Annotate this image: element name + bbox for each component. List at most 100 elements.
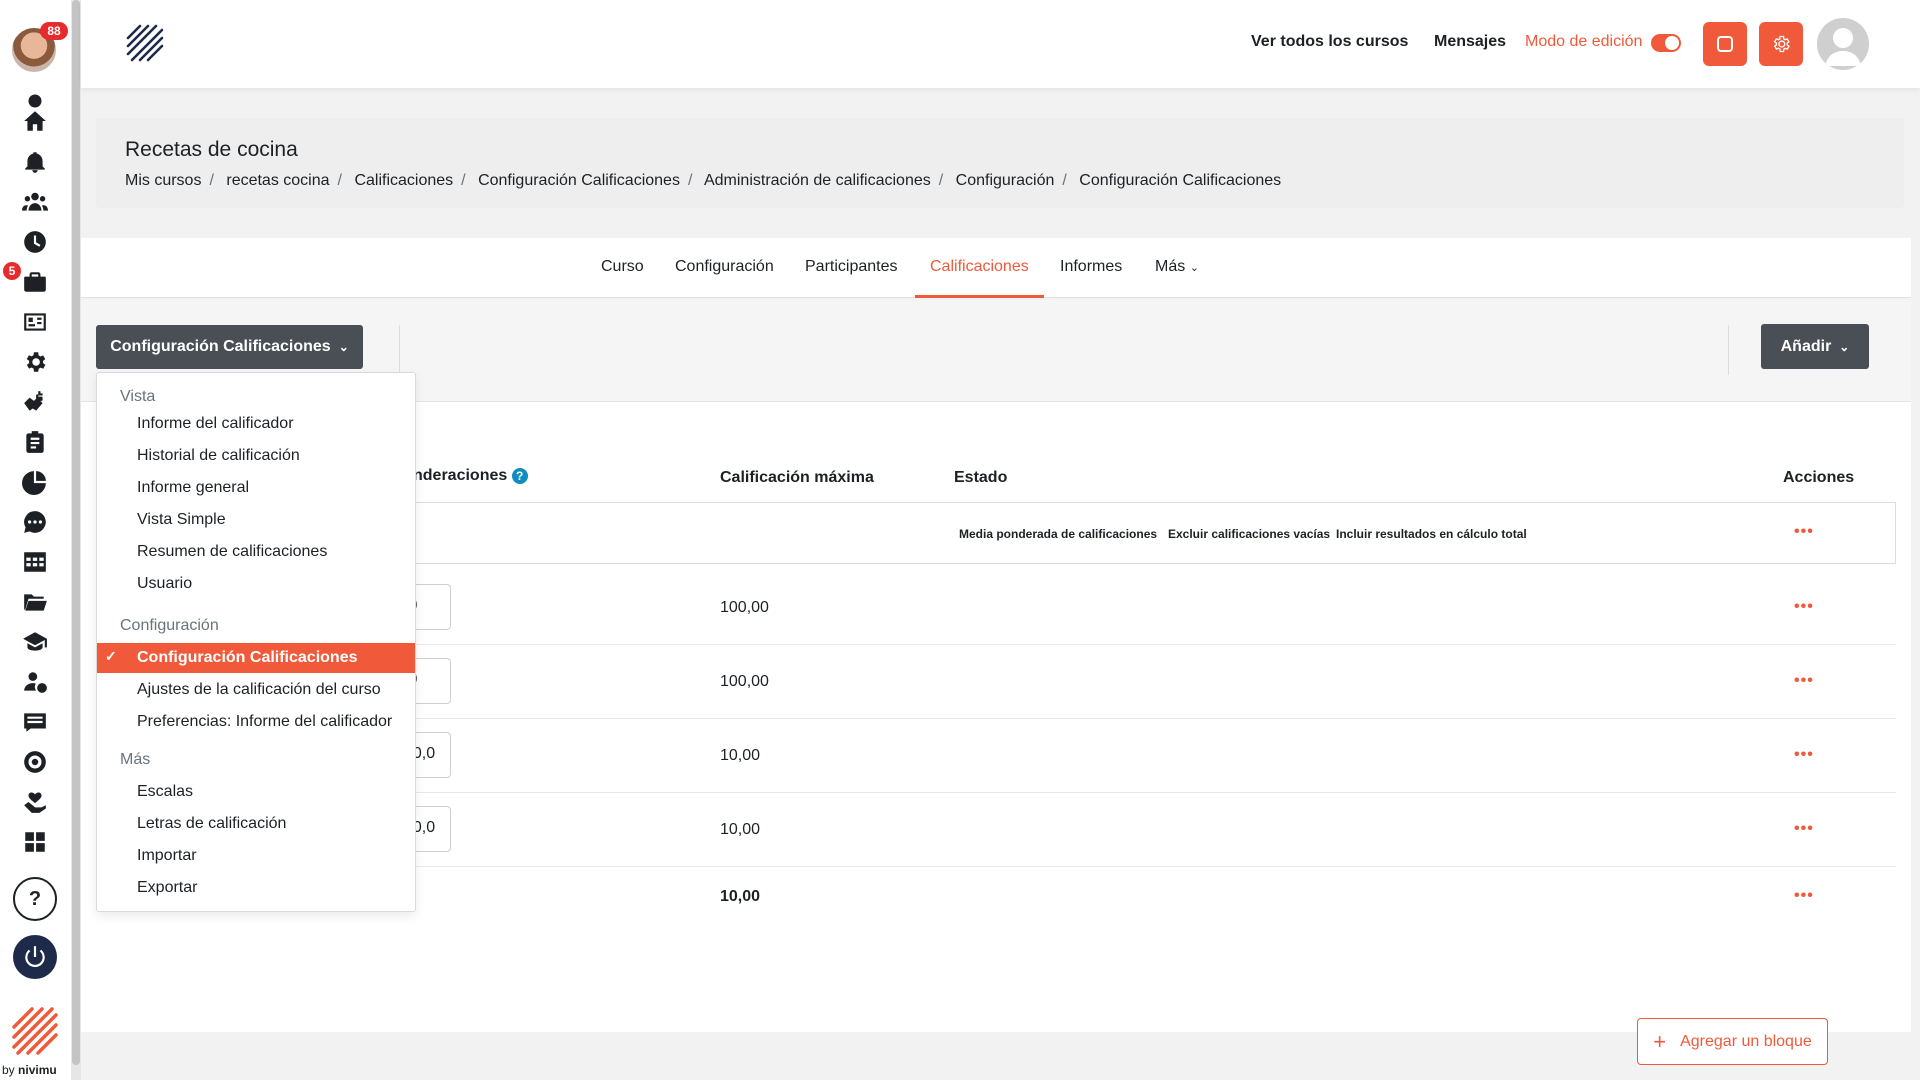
dropdown-item-selected[interactable]: ✓ Configuración Calificaciones <box>97 643 415 673</box>
grid-icon[interactable] <box>22 829 48 855</box>
dropdown-item[interactable]: Historial de calificación <box>97 441 415 471</box>
grade-nav-dropdown-menu: Vista Informe del calificador Historial … <box>96 372 416 912</box>
page-title: Recetas de cocina <box>125 138 298 161</box>
breadcrumb-separator: / <box>938 172 944 189</box>
bell-icon[interactable] <box>22 149 48 175</box>
edit-mode-label: Modo de edición <box>1525 33 1643 50</box>
column-header-actions: Acciones <box>1783 469 1855 486</box>
help-icon: ? <box>28 887 42 910</box>
dropdown-item[interactable]: Vista Simple <box>97 505 415 535</box>
add-block-button[interactable]: + Agregar un bloque <box>1637 1018 1828 1065</box>
tab-mas[interactable]: Más ⌄ <box>1155 258 1199 276</box>
user-money-icon[interactable] <box>22 669 48 695</box>
chat-icon[interactable] <box>22 509 48 535</box>
edit-mode-toggle[interactable] <box>1651 34 1681 52</box>
users-icon[interactable] <box>22 189 48 215</box>
target-icon[interactable] <box>22 749 48 775</box>
breadcrumb-item[interactable]: Mis cursos <box>125 172 201 189</box>
id-card-icon[interactable] <box>22 309 48 335</box>
dropdown-item[interactable]: Letras de calificación <box>97 809 415 839</box>
rail-scrollbar-thumb[interactable] <box>72 0 80 1065</box>
max-grade-value: 100,00 <box>720 673 769 690</box>
plus-icon: + <box>1653 1028 1667 1054</box>
column-header-status: Estado <box>954 469 1008 486</box>
dropdown-item[interactable]: Usuario <box>97 569 415 599</box>
graduation-cap-icon[interactable] <box>22 629 48 655</box>
breadcrumb-item[interactable]: Configuración Calificaciones <box>478 172 680 189</box>
briefcase-icon[interactable] <box>22 269 48 295</box>
add-button-label: Añadir <box>1780 337 1832 355</box>
user-silhouette-icon <box>1825 28 1861 66</box>
home-icon[interactable] <box>22 108 48 134</box>
tab-participantes[interactable]: Participantes <box>805 258 898 276</box>
dropdown-item[interactable]: Escalas <box>97 777 415 807</box>
tab-curso[interactable]: Curso <box>601 258 644 276</box>
breadcrumb-item[interactable]: Administración de calificaciones <box>704 172 931 189</box>
help-icon[interactable]: ? <box>511 468 528 484</box>
add-dropdown-button[interactable]: Añadir ⌄ <box>1761 324 1869 369</box>
add-block-label: Agregar un bloque <box>1680 1032 1812 1050</box>
course-secondary-nav: Curso Configuración Participantes Califi… <box>81 238 1911 298</box>
page-header: Recetas de cocina Mis cursos / recetas co… <box>96 118 1904 208</box>
total-actions-menu[interactable]: ••• <box>1794 887 1814 905</box>
folder-icon[interactable] <box>22 589 48 615</box>
breadcrumb-separator: / <box>1062 172 1067 189</box>
settings-button[interactable] <box>1759 22 1803 66</box>
grade-nav-selector[interactable]: Configuración Calificaciones ⌄ <box>96 325 363 369</box>
breadcrumb: Mis cursos / recetas cocina / Calificacion… <box>125 172 1281 190</box>
clock-icon[interactable] <box>22 229 48 255</box>
clipboard-icon[interactable] <box>22 429 48 455</box>
item-actions-menu[interactable]: ••• <box>1794 746 1814 764</box>
table-icon[interactable] <box>22 549 48 575</box>
heart-hands-icon[interactable] <box>22 789 48 815</box>
breadcrumb-separator: / <box>461 172 466 189</box>
category-actions-menu[interactable]: ••• <box>1794 523 1814 541</box>
logout-button[interactable] <box>13 935 57 979</box>
chat-drawer-button[interactable] <box>1703 22 1747 66</box>
breadcrumb-item[interactable]: Configuración Calificaciones <box>1079 172 1281 189</box>
user-menu-avatar[interactable] <box>1817 18 1869 70</box>
pie-chart-icon[interactable] <box>22 469 48 495</box>
grade-nav-selector-label: Configuración Calificaciones <box>110 338 331 355</box>
status-chip: Media ponderada de calificaciones <box>959 527 1158 541</box>
max-grade-value: 100,00 <box>720 599 769 616</box>
dropdown-item[interactable]: Exportar <box>97 873 415 903</box>
handshake-dollar-icon[interactable] <box>22 389 48 415</box>
chevron-down-icon: ⌄ <box>1839 339 1850 354</box>
breadcrumb-item[interactable]: Calificaciones <box>354 172 453 189</box>
briefcase-badge: 5 <box>3 262 21 280</box>
top-navbar: Ver todos los cursos Mensajes Modo de ed… <box>81 0 1920 88</box>
site-logo-icon[interactable] <box>126 24 166 64</box>
column-header-weights: nderaciones ? <box>413 467 528 485</box>
dropdown-section-vista: Vista <box>120 388 156 405</box>
check-icon: ✓ <box>105 648 117 664</box>
list-icon[interactable] <box>22 709 48 735</box>
dropdown-item[interactable]: Importar <box>97 841 415 871</box>
item-actions-menu[interactable]: ••• <box>1794 820 1814 838</box>
breadcrumb-item[interactable]: recetas cocina <box>226 172 329 189</box>
dropdown-item[interactable]: Ajustes de la calificación del curso <box>97 675 415 705</box>
all-courses-link[interactable]: Ver todos los cursos <box>1251 33 1408 51</box>
messages-link[interactable]: Mensajes <box>1434 33 1506 51</box>
notifications-badge: 88 <box>40 22 68 40</box>
help-button[interactable]: ? <box>13 877 57 921</box>
tab-configuracion[interactable]: Configuración <box>675 258 774 276</box>
dropdown-item[interactable]: Informe general <box>97 473 415 503</box>
dropdown-item[interactable]: Resumen de calificaciones <box>97 537 415 567</box>
dropdown-item[interactable]: Preferencias: Informe del calificador <box>97 707 415 737</box>
dropdown-section-mas: Más <box>120 751 151 768</box>
brand-credit: by nivimu <box>2 1063 57 1077</box>
item-actions-menu[interactable]: ••• <box>1794 598 1814 616</box>
action-divider <box>1728 325 1729 375</box>
status-chip: Incluir resultados en cálculo total <box>1336 527 1527 541</box>
power-icon <box>25 946 45 968</box>
active-tab-indicator <box>915 295 1044 298</box>
breadcrumb-item[interactable]: Configuración <box>956 172 1055 189</box>
dropdown-item[interactable]: Informe del calificador <box>97 409 415 439</box>
course-total-max-grade: 10,00 <box>720 888 761 905</box>
item-actions-menu[interactable]: ••• <box>1794 672 1814 690</box>
gear-icon[interactable] <box>22 349 48 375</box>
tab-informes[interactable]: Informes <box>1060 258 1122 276</box>
tab-calificaciones[interactable]: Calificaciones <box>930 258 1029 276</box>
brand-logo-icon <box>12 1007 58 1055</box>
